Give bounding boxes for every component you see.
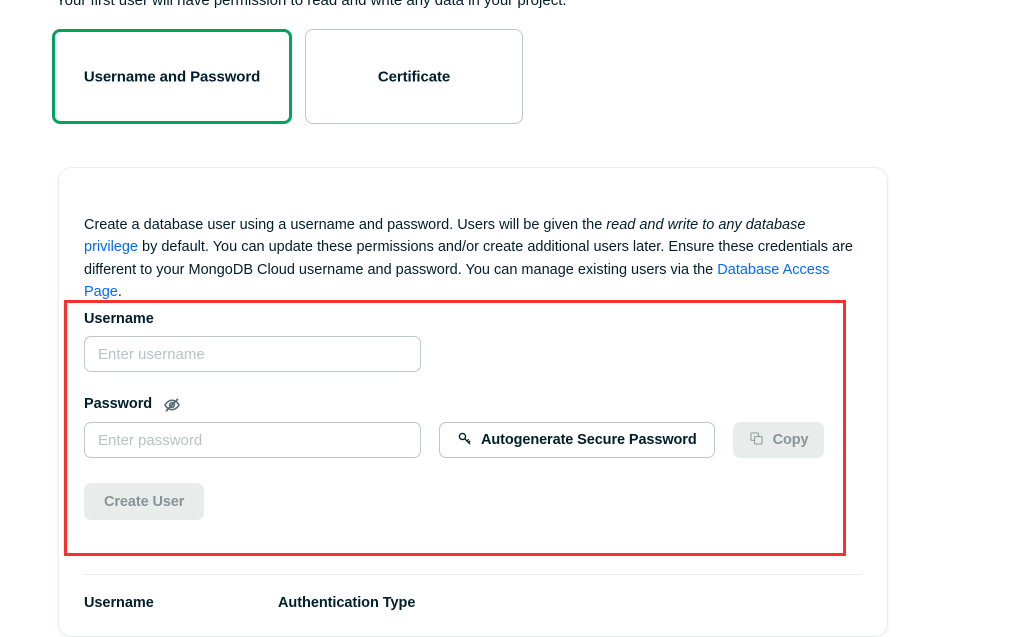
panel-description: Create a database user using a username … (84, 214, 859, 304)
autogenerate-secure-password-label: Autogenerate Secure Password (481, 432, 697, 448)
key-icon (457, 431, 472, 450)
username-label-text: Username (84, 311, 154, 327)
desc-part-1: Create a database user using a username … (84, 216, 607, 233)
autogenerate-secure-password-button[interactable]: Autogenerate Secure Password (439, 422, 715, 458)
intro-text: Your first user will have permission to … (56, 0, 567, 9)
tab-certificate[interactable]: Certificate (305, 29, 523, 124)
copy-password-button[interactable]: Copy (732, 422, 825, 458)
password-input[interactable] (84, 422, 421, 458)
copy-icon (749, 431, 764, 450)
privilege-link[interactable]: privilege (84, 239, 138, 255)
password-actions: Autogenerate Secure Password Copy (439, 422, 825, 458)
column-header-authentication-type: Authentication Type (278, 595, 416, 611)
database-user-panel: Create a database user using a username … (58, 167, 888, 637)
password-label-text: Password (84, 396, 153, 412)
copy-password-label: Copy (772, 432, 809, 448)
create-user-label: Create User (104, 493, 185, 510)
column-header-username: Username (84, 595, 154, 611)
username-label: Username (84, 311, 874, 327)
tab-username-and-password[interactable]: Username and Password (52, 29, 292, 124)
create-user-form: Username Password (84, 311, 874, 520)
panel-divider (84, 574, 862, 575)
auth-method-tabs: Username and Password Certificate (52, 29, 523, 124)
create-user-button[interactable]: Create User (84, 483, 205, 520)
desc-part-4: . (117, 284, 122, 300)
eye-off-icon[interactable] (163, 396, 181, 414)
password-label: Password (84, 395, 874, 413)
tab-certificate-label: Certificate (377, 68, 451, 85)
desc-italic-privilege-phrase: read and write to any database (606, 216, 806, 233)
tab-username-and-password-label: Username and Password (83, 68, 261, 85)
password-row: Autogenerate Secure Password Copy (84, 413, 874, 458)
users-table-header: Username Authentication Type (84, 595, 862, 611)
username-input[interactable] (84, 336, 421, 372)
